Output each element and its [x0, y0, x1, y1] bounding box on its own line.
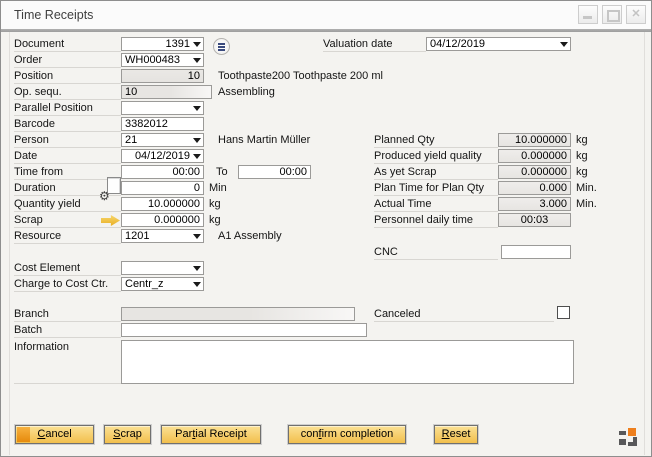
operation-description-text: Assembling [218, 85, 275, 99]
batch-field[interactable] [121, 323, 367, 337]
planned-qty-label: Planned Qty [374, 133, 498, 148]
batch-label: Batch [14, 323, 121, 338]
duration-label: Duration [14, 181, 121, 196]
op-sequ-field: 10 [121, 85, 212, 99]
order-label: Order [14, 53, 121, 68]
cnc-field[interactable] [501, 245, 571, 259]
produced-yield-quality-label: Produced yield quality [374, 149, 498, 164]
reset-button[interactable]: Reset [434, 425, 478, 444]
charge-to-cost-ctr-label: Charge to Cost Ctr. [14, 277, 121, 292]
title-bar[interactable]: Time Receipts ✕ [1, 1, 651, 29]
actual-time-unit: Min. [576, 197, 597, 211]
partial-receipt-button[interactable]: Partial Receipt [161, 425, 261, 444]
time-from-field[interactable]: 00:00 [121, 165, 204, 179]
as-yet-scrap-field: 0.000000 [498, 165, 571, 179]
as-yet-scrap-unit: kg [576, 165, 588, 179]
date-label: Date [14, 149, 121, 164]
personnel-daily-time-field: 00:03 [498, 213, 571, 227]
window-controls: ✕ [578, 5, 646, 24]
dropdown-arrow-icon [193, 138, 201, 143]
dropdown-arrow-icon [193, 266, 201, 271]
time-to-field[interactable]: 00:00 [238, 165, 311, 179]
valuation-date-label: Valuation date [323, 37, 426, 52]
left-panel-line [9, 32, 10, 455]
actual-time-field: 3.000 [498, 197, 571, 211]
person-field[interactable]: 21 [121, 133, 204, 147]
right-panel-line [644, 32, 645, 455]
position-label: Position [14, 69, 121, 84]
planned-qty-field: 10.000000 [498, 133, 571, 147]
dropdown-arrow-icon [560, 42, 568, 47]
window-title: Time Receipts [14, 8, 93, 22]
planned-qty-unit: kg [576, 133, 588, 147]
plan-time-for-plan-qty-label: Plan Time for Plan Qty [374, 181, 498, 196]
close-icon: ✕ [627, 6, 645, 23]
quantity-yield-unit: kg [209, 197, 221, 211]
barcode-field[interactable]: 3382012 [121, 117, 204, 131]
branch-label: Branch [14, 307, 121, 322]
barcode-label: Barcode [14, 117, 121, 132]
information-textarea[interactable] [121, 340, 574, 384]
personnel-daily-time-label: Personnel daily time [374, 213, 498, 228]
minimize-button[interactable] [578, 5, 598, 24]
cnc-label: CNC [374, 245, 498, 260]
cost-element-field[interactable] [121, 261, 204, 275]
op-sequ-label: Op. sequ. [14, 85, 121, 100]
cancel-button[interactable]: Cancel [15, 425, 94, 444]
information-label: Information [14, 340, 121, 384]
confirm-completion-button[interactable]: confirm completion [288, 425, 406, 444]
parallel-position-field[interactable] [121, 101, 204, 115]
dropdown-arrow-icon [193, 282, 201, 287]
minimize-icon [583, 16, 592, 19]
title-separator [1, 29, 651, 32]
dropdown-arrow-icon [193, 234, 201, 239]
order-field[interactable]: WH000483 [121, 53, 204, 67]
dropdown-arrow-icon [193, 154, 201, 159]
canceled-label: Canceled [374, 307, 554, 322]
duration-unit: Min [209, 181, 227, 195]
form-resize-grip-icon[interactable] [619, 428, 637, 446]
cost-element-label: Cost Element [14, 261, 121, 276]
resource-label: Resource [14, 229, 121, 244]
quantity-yield-label: Quantity yield [14, 197, 121, 212]
dropdown-arrow-icon [193, 58, 201, 63]
quantity-yield-field[interactable]: 10.000000 [121, 197, 204, 211]
close-button[interactable]: ✕ [626, 5, 646, 24]
person-name-text: Hans Martin Müller [218, 133, 310, 147]
dropdown-arrow-icon [193, 106, 201, 111]
maximize-icon [607, 10, 620, 22]
date-field[interactable]: 04/12/2019 [121, 149, 204, 163]
branch-field [121, 307, 355, 321]
produced-yield-quality-unit: kg [576, 149, 588, 163]
document-label: Document [14, 37, 121, 52]
actual-time-label: Actual Time [374, 197, 498, 212]
valuation-date-field[interactable]: 04/12/2019 [426, 37, 571, 51]
default-button-accent [17, 427, 30, 442]
as-yet-scrap-label: As yet Scrap [374, 165, 498, 180]
time-from-label: Time from [14, 165, 121, 180]
scrap-unit: kg [209, 213, 221, 227]
item-description-text: Toothpaste200 Toothpaste 200 ml [218, 69, 383, 83]
dropdown-arrow-icon [193, 42, 201, 47]
produced-yield-quality-field: 0.000000 [498, 149, 571, 163]
document-list-icon[interactable] [213, 38, 230, 55]
parallel-position-label: Parallel Position [14, 101, 121, 116]
document-field[interactable]: 1391 [121, 37, 204, 51]
scrap-button[interactable]: Scrap [104, 425, 151, 444]
resource-description-text: A1 Assembly [218, 229, 282, 243]
duration-field[interactable]: 0 [121, 181, 204, 195]
scrap-field[interactable]: 0.000000 [121, 213, 204, 227]
person-label: Person [14, 133, 121, 148]
charge-to-cost-ctr-field[interactable]: Centr_z [121, 277, 204, 291]
plan-time-for-plan-qty-unit: Min. [576, 181, 597, 195]
time-to-label: To [216, 165, 228, 179]
time-receipts-window: Time Receipts ✕ Document 1391 Valuation … [0, 0, 652, 457]
plan-time-for-plan-qty-field: 0.000 [498, 181, 571, 195]
position-field: 10 [121, 69, 204, 83]
maximize-button[interactable] [602, 5, 622, 24]
canceled-checkbox[interactable] [557, 306, 570, 319]
resource-field[interactable]: 1201 [121, 229, 204, 243]
